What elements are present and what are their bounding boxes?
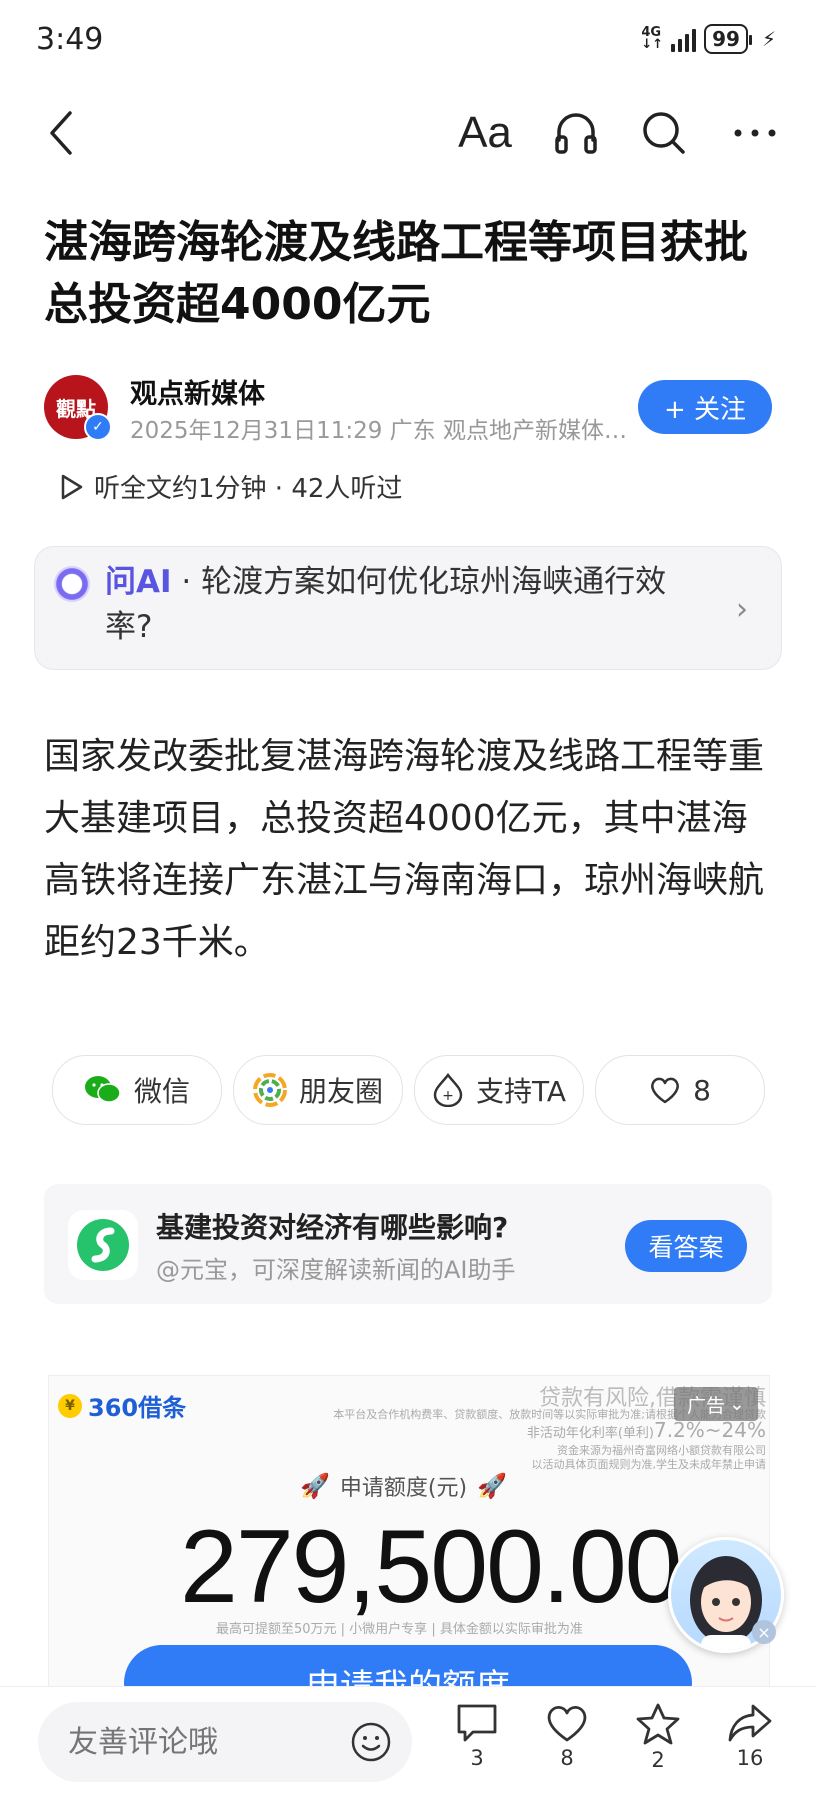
- article-meta: 2025年12月31日11:29 广东 观点地产新媒体…: [130, 418, 627, 444]
- coin-icon: ¥: [58, 1393, 82, 1418]
- share-count: 16: [736, 1746, 764, 1770]
- ad-tag[interactable]: 广告 ⌄: [674, 1387, 758, 1421]
- share-moments-button[interactable]: 朋友圈: [233, 1055, 403, 1125]
- ask-ai-label: 问AI: [105, 564, 172, 600]
- author-name[interactable]: 观点新媒体: [130, 372, 265, 411]
- ad-amount: 279,500.00: [180, 1509, 683, 1625]
- ad-rate-label: 非活动年化利率(单利): [526, 1426, 654, 1441]
- ad-amount-label-text: 申请额度(元): [339, 1476, 468, 1501]
- headphones-icon: [555, 113, 597, 154]
- more-button[interactable]: [728, 105, 782, 161]
- support-button[interactable]: + 支持TA: [414, 1055, 584, 1125]
- network-type: 4G ↓↑: [641, 25, 664, 52]
- wechat-label: 微信: [133, 1075, 190, 1108]
- like-bottom-button[interactable]: 8: [537, 1702, 597, 1770]
- follow-button[interactable]: + 关注: [638, 380, 772, 434]
- moments-icon: [252, 1073, 287, 1107]
- comment-icon: [457, 1704, 497, 1742]
- chevron-right-icon: ›: [736, 592, 748, 627]
- listen-label: 听全文约1分钟 · 42人听过: [94, 474, 403, 504]
- moments-label: 朋友圈: [298, 1075, 383, 1108]
- charging-icon: ⚡: [761, 27, 776, 51]
- ask-ai-question: · 轮渡方案如何优化琼州海峡通行效率?: [105, 564, 667, 645]
- support-icon: +: [433, 1073, 463, 1107]
- share-wechat-button[interactable]: 微信: [52, 1055, 222, 1125]
- ad-brand: ¥ 360借条: [58, 1388, 186, 1423]
- favorite-count: 2: [651, 1748, 665, 1772]
- like-count: 8: [693, 1073, 711, 1107]
- signal-icon: [671, 26, 697, 52]
- ad-brand-name: 360借条: [88, 1394, 187, 1422]
- ad-rate: 非活动年化利率(单利)7.2%~24%: [527, 1418, 766, 1442]
- listen-button[interactable]: [548, 105, 604, 161]
- chevron-down-icon: ⌄: [729, 1393, 745, 1415]
- rocket-icon: 🚀: [300, 1472, 330, 1500]
- wechat-icon: [84, 1076, 121, 1103]
- ad-disclaimer-3: 以活动具体页面规则为准,学生及未成年禁止申请: [531, 1458, 767, 1471]
- svg-text:+: +: [442, 1088, 454, 1104]
- yuanbao-question: 基建投资对经济有哪些影响?: [156, 1211, 509, 1244]
- ad-tag-label: 广告: [687, 1394, 726, 1417]
- play-icon: [61, 474, 83, 499]
- ad-amount-label: 🚀 申请额度(元) 🚀: [300, 1470, 507, 1502]
- back-button[interactable]: [38, 105, 84, 161]
- comments-button[interactable]: 3: [447, 1702, 507, 1770]
- favorite-button[interactable]: 2: [628, 1702, 688, 1772]
- article-title: 湛海跨海轮渡及线路工程等项目获批 总投资超4000亿元: [44, 217, 748, 330]
- star-icon: [636, 1703, 680, 1745]
- ad-rate-value: 7.2%~24%: [653, 1418, 766, 1442]
- like-button[interactable]: 8: [595, 1055, 765, 1125]
- smiley-icon: [351, 1722, 391, 1762]
- heart-icon: [547, 1705, 587, 1742]
- support-label: 支持TA: [475, 1075, 567, 1108]
- battery-indicator: 99: [704, 24, 752, 54]
- font-size-button[interactable]: Aa: [450, 105, 520, 161]
- heart-icon: [651, 1077, 679, 1104]
- search-icon: [643, 112, 685, 154]
- rocket-icon: 🚀: [477, 1472, 507, 1500]
- close-icon[interactable]: ×: [752, 1620, 776, 1644]
- like-bottom-count: 8: [560, 1746, 574, 1770]
- author-avatar[interactable]: 觀點 ✓: [44, 375, 112, 441]
- ask-ai-text[interactable]: 问AI · 轮渡方案如何优化琼州海峡通行效率?: [105, 560, 705, 650]
- more-dots-icon: [734, 129, 776, 137]
- share-button[interactable]: 16: [720, 1702, 780, 1770]
- comment-count: 3: [470, 1746, 484, 1770]
- yuanbao-subtitle: @元宝，可深度解读新闻的AI助手: [156, 1256, 516, 1284]
- emoji-button[interactable]: [350, 1721, 392, 1767]
- yuanbao-logo-icon: [68, 1210, 138, 1280]
- search-button[interactable]: [636, 105, 692, 161]
- listen-full-text[interactable]: 听全文约1分钟 · 42人听过: [60, 468, 402, 505]
- article-summary: 国家发改委批复湛海跨海轮渡及线路工程等重大基建项目，总投资超4000亿元，其中湛…: [44, 736, 765, 963]
- status-time: 3:49: [36, 22, 104, 57]
- verified-icon: ✓: [84, 413, 112, 441]
- back-arrow-icon: [50, 111, 72, 155]
- ai-orb-icon: [54, 566, 90, 602]
- see-answer-button[interactable]: 看答案: [625, 1220, 747, 1272]
- ad-limit-note: 最高可提额至50万元 | 小微用户专享 | 具体金额以实际审批为准: [216, 1622, 583, 1637]
- share-arrow-icon: [728, 1704, 772, 1742]
- status-indicators: 4G ↓↑ 99 ⚡: [641, 24, 776, 54]
